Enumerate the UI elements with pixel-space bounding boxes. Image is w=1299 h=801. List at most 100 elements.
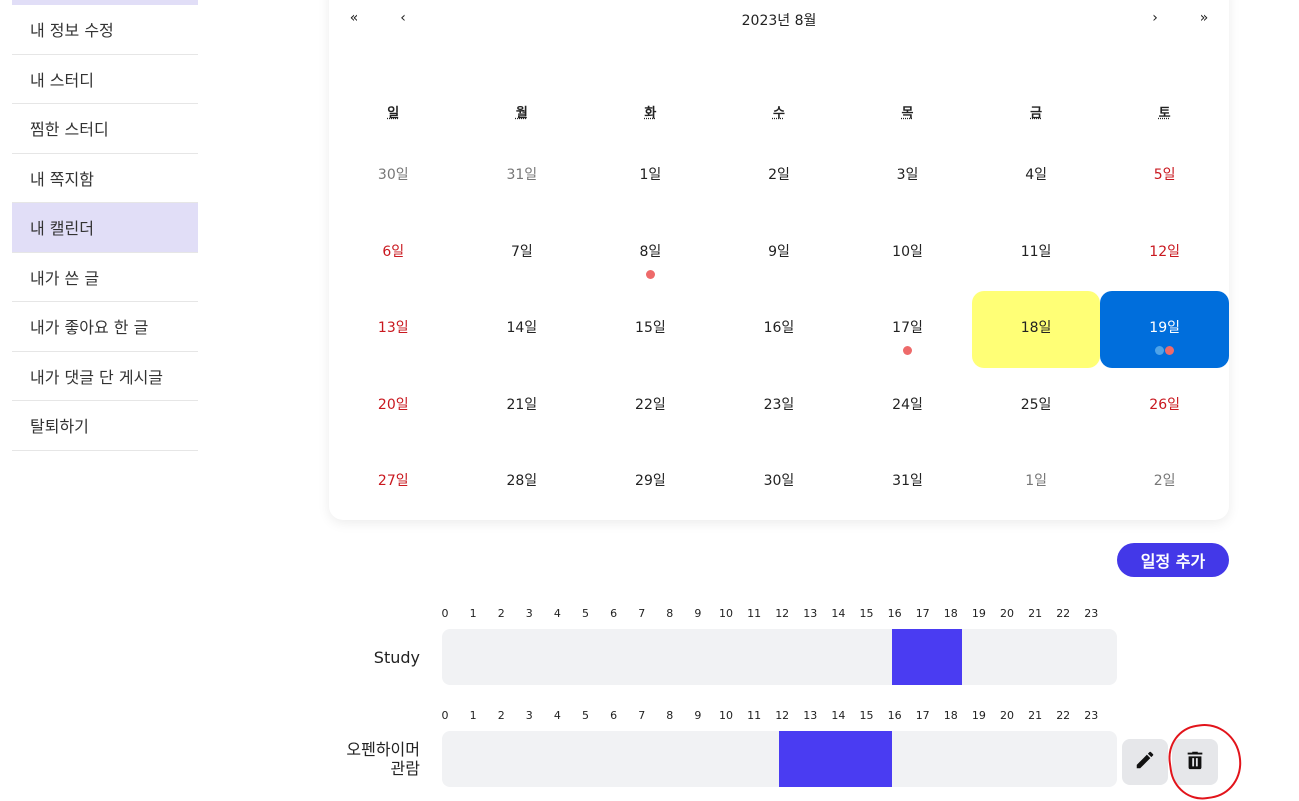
calendar-day[interactable]: 2일: [715, 138, 844, 215]
sidebar-item-label: 내 캘린더: [30, 219, 94, 239]
delete-schedule-button[interactable]: [1172, 739, 1218, 785]
calendar-day[interactable]: 15일: [586, 291, 715, 368]
hour-tick-label: 4: [553, 709, 561, 722]
hour-tick-label: 10: [719, 709, 733, 722]
calendar-week-row: 20일 21일 22일 23일 24일 25일 26일: [329, 368, 1229, 445]
sidebar-item-liked-posts[interactable]: 내가 좋아요 한 글: [12, 302, 198, 352]
hour-tick-label: 9: [694, 607, 702, 620]
calendar-day[interactable]: 21일: [458, 368, 587, 445]
schedule-name-line: 오펜하이머: [346, 740, 420, 759]
calendar-day-label: 23일: [763, 396, 795, 413]
calendar-day[interactable]: 14일: [458, 291, 587, 368]
hour-tick-label: 22: [1056, 709, 1071, 722]
calendar-day[interactable]: 3일: [843, 138, 972, 215]
calendar-day[interactable]: 27일: [329, 444, 458, 521]
calendar-grid: 30일 31일 1일 2일 3일 4일 5일 6일 7일 8일 9일 10일 11일 12일 13일 14일 1…: [329, 138, 1229, 521]
hour-tick-label: 19: [971, 709, 986, 722]
hour-tick-label: 7: [638, 607, 646, 620]
event-dots: [843, 346, 972, 355]
calendar-day[interactable]: 2일: [1100, 444, 1229, 521]
calendar-day-label: 4일: [1025, 167, 1047, 183]
sidebar-item-edit-profile[interactable]: 내 정보 수정: [12, 5, 198, 55]
hour-tick-label: 14: [831, 709, 846, 722]
calendar-day[interactable]: 20일: [329, 368, 458, 445]
calendar-day[interactable]: 16일: [715, 291, 844, 368]
calendar-day[interactable]: 9일: [715, 215, 844, 292]
sidebar-item-label: 찜한 스터디: [30, 120, 109, 140]
calendar-day-label: 12일: [1149, 243, 1180, 260]
calendar-day-label: 26일: [1149, 396, 1180, 413]
next-year-button[interactable]: »: [1189, 10, 1219, 26]
hour-tick-label: 10: [719, 607, 733, 620]
calendar: « ‹ 2023년 8월 › » 일 월 화 수 목 금 토 30일 31일 1일 2일 3일 4일 5…: [329, 0, 1229, 520]
calendar-day-label: 2일: [768, 167, 790, 183]
calendar-day[interactable]: 6일: [329, 215, 458, 292]
calendar-day[interactable]: 25일: [972, 368, 1101, 445]
calendar-day[interactable]: 12일: [1100, 215, 1229, 292]
calendar-day[interactable]: 29일: [586, 444, 715, 521]
calendar-day[interactable]: 11일: [972, 215, 1101, 292]
calendar-day[interactable]: 30일: [715, 444, 844, 521]
calendar-day[interactable]: 22일: [586, 368, 715, 445]
schedule-name-text: Study: [373, 647, 420, 667]
calendar-day[interactable]: 26일: [1100, 368, 1229, 445]
calendar-day-label: 30일: [763, 473, 795, 489]
sidebar-item-withdraw[interactable]: 탈퇴하기: [12, 401, 198, 451]
hour-tick-label: 0: [441, 709, 449, 722]
hour-tick-label: 17: [915, 709, 930, 722]
schedule-name: Study: [330, 629, 420, 685]
calendar-day[interactable]: 18일: [971, 291, 1101, 368]
calendar-day[interactable]: 23일: [715, 368, 844, 445]
calendar-day[interactable]: 28일: [458, 444, 587, 521]
calendar-day[interactable]: 19일: [1100, 291, 1229, 368]
next-month-button[interactable]: ›: [1140, 10, 1170, 26]
calendar-day[interactable]: 7일: [458, 215, 587, 292]
hour-tick-label: 21: [1028, 709, 1043, 722]
hour-tick-label: 17: [915, 607, 930, 620]
calendar-day[interactable]: 4일: [972, 138, 1101, 215]
calendar-day[interactable]: 8일: [586, 215, 715, 292]
calendar-day[interactable]: 30일: [329, 138, 458, 215]
schedule-time-block[interactable]: [779, 731, 892, 787]
sidebar-item-commented-posts[interactable]: 내가 댓글 단 게시글: [12, 352, 198, 401]
weekday-label: 수: [772, 106, 785, 121]
calendar-day[interactable]: 1일: [586, 138, 715, 215]
hour-tick-label: 14: [831, 607, 846, 620]
sidebar-item-my-study[interactable]: 내 스터디: [12, 55, 198, 104]
event-dots: [586, 269, 715, 279]
calendar-title[interactable]: 2023년 8월: [329, 10, 1229, 30]
calendar-day-label: 1일: [1025, 473, 1047, 489]
hour-tick-label: 18: [943, 709, 958, 722]
calendar-day-label: 5일: [1153, 167, 1176, 183]
schedule-time-block[interactable]: [891, 629, 962, 685]
sidebar-item-calendar[interactable]: 내 캘린더: [12, 203, 198, 253]
hour-tick-label: 9: [694, 709, 702, 722]
sidebar-item-liked-study[interactable]: 찜한 스터디: [12, 104, 198, 154]
calendar-day-label: 22일: [635, 396, 666, 413]
calendar-day[interactable]: 24일: [843, 368, 972, 445]
calendar-day-label: 13일: [377, 320, 409, 336]
hour-tick-label: 4: [553, 607, 561, 620]
sidebar-item-label: 탈퇴하기: [30, 417, 89, 437]
edit-schedule-button[interactable]: [1122, 739, 1168, 785]
schedule-name-line: 관람: [390, 759, 420, 778]
calendar-day[interactable]: 1일: [972, 444, 1101, 521]
calendar-day[interactable]: 13일: [329, 291, 458, 368]
calendar-day[interactable]: 5일: [1100, 138, 1229, 215]
calendar-day[interactable]: 10일: [843, 215, 972, 292]
add-schedule-button[interactable]: 일정 추가: [1117, 543, 1229, 577]
hour-tick-label: 2: [497, 709, 505, 722]
hour-tick-label: 5: [582, 607, 589, 620]
calendar-day[interactable]: 17일: [843, 291, 972, 368]
calendar-day[interactable]: 31일: [843, 444, 972, 521]
schedule-timeline: [442, 629, 1117, 685]
schedule-name-text: 오펜하이머 관람: [346, 740, 420, 778]
calendar-day-label: 8일: [639, 243, 662, 260]
hour-tick-label: 15: [859, 709, 874, 722]
sidebar-item-messages[interactable]: 내 쪽지함: [12, 154, 198, 203]
hour-tick-label: 11: [747, 709, 762, 722]
calendar-day[interactable]: 31일: [458, 138, 587, 215]
sidebar-item-my-posts[interactable]: 내가 쓴 글: [12, 253, 198, 302]
calendar-day-label: 21일: [506, 396, 538, 413]
schedule-row: 0 1 2 3 4 5 6 7 8 9 10 11 12 13 14 15 16 17 18 19 20 21 22 23 오…: [330, 709, 1260, 793]
